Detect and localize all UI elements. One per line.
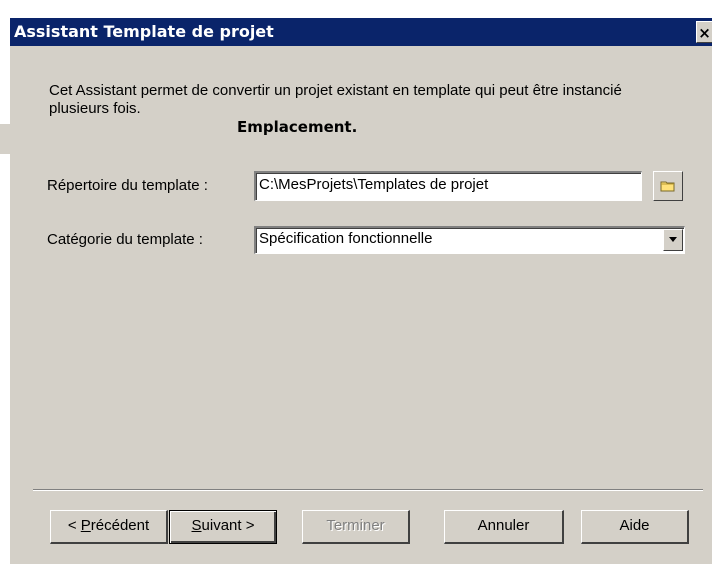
finish-button[interactable]: Terminer [302,510,410,544]
next-mnemonic: S [191,517,202,534]
category-label: Catégorie du template : [47,231,203,248]
close-icon: × [698,24,711,42]
window-title: Assistant Template de projet [14,22,274,41]
category-selected-value: Spécification fonctionnelle [259,230,433,247]
button-separator [33,489,703,491]
dropdown-button[interactable] [663,229,683,251]
cancel-button[interactable]: Annuler [444,510,564,544]
previous-button[interactable]: < Précédent [50,510,168,544]
previous-mnemonic: P [80,517,91,534]
previous-label: récédent [90,517,150,534]
desktop-background-left [0,0,10,564]
help-button[interactable]: Aide [581,510,689,544]
close-button[interactable]: × [696,21,712,43]
next-label: uivant > [201,517,255,534]
desktop-background [0,0,712,18]
next-button[interactable]: Suivant > [169,510,277,544]
title-bar[interactable]: Assistant Template de projet × [10,18,712,46]
directory-label: Répertoire du template : [47,177,208,194]
intro-text: Cet Assistant permet de convertir un pro… [49,82,622,117]
category-dropdown[interactable]: Spécification fonctionnelle [254,226,685,254]
previous-prefix: < [67,517,81,534]
wizard-dialog: Assistant Template de projet × Cet Assis… [0,0,712,564]
chevron-down-icon [669,237,677,242]
background-notch [0,124,10,154]
section-heading: Emplacement. [237,118,358,136]
folder-icon [660,181,675,192]
directory-input[interactable]: C:\MesProjets\Templates de projet [254,171,642,201]
browse-button[interactable] [653,171,683,201]
